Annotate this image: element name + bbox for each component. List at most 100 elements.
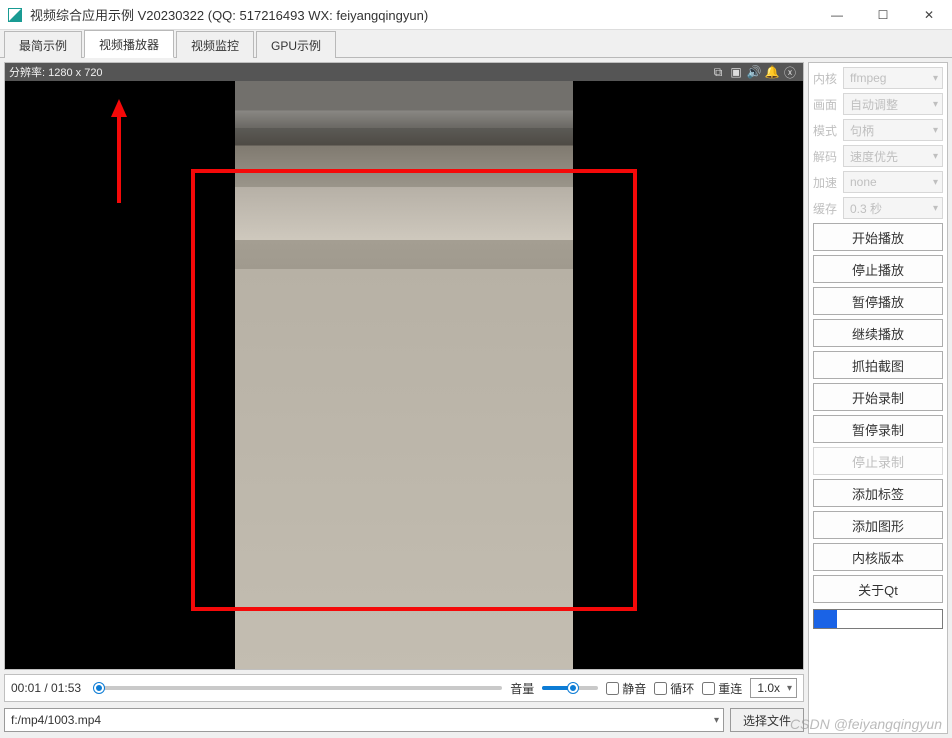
time-display: 00:01 / 01:53 [11, 681, 87, 695]
playback-bar: 00:01 / 01:53 音量 静音 循环 重连 [4, 674, 804, 702]
tab-simple[interactable]: 最简示例 [4, 31, 82, 58]
tab-strip: 最简示例 视频播放器 视频监控 GPU示例 [0, 30, 952, 58]
tab-monitor[interactable]: 视频监控 [176, 31, 254, 58]
tab-player[interactable]: 视频播放器 [84, 30, 174, 58]
record-stop-button[interactable]: 停止录制 [813, 447, 943, 475]
left-column: 分辨率: 1280 x 720 ⧉ ▣ 🔊 🔔 ⓧ [4, 62, 804, 734]
record-pause-button[interactable]: 暂停录制 [813, 415, 943, 443]
tab-label: 视频监控 [191, 39, 239, 53]
source-path-value: f:/mp4/1003.mp4 [11, 713, 101, 727]
cache-select[interactable]: 0.3 秒 [843, 197, 943, 219]
speed-value: 1.0x [757, 681, 780, 695]
seek-thumb[interactable] [94, 683, 104, 693]
setting-label: 画面 [813, 96, 839, 113]
setting-row-kernel: 内核 ffmpeg [813, 67, 943, 89]
reconnect-label: 重连 [718, 680, 742, 697]
mute-checkbox[interactable]: 静音 [606, 680, 646, 697]
minimize-button[interactable]: — [814, 0, 860, 29]
source-row: f:/mp4/1003.mp4 选择文件 [4, 706, 804, 734]
close-button[interactable]: ✕ [906, 0, 952, 29]
reconnect-input[interactable] [702, 682, 715, 695]
browse-button[interactable]: 选择文件 [730, 708, 804, 732]
setting-row-accel: 加速 none [813, 171, 943, 193]
btn-label: 继续播放 [852, 324, 904, 343]
setting-label: 模式 [813, 122, 839, 139]
color-picker[interactable] [813, 609, 943, 629]
close-icon[interactable]: ⓧ [781, 63, 799, 81]
pause-button[interactable]: 暂停播放 [813, 287, 943, 315]
setting-label: 缓存 [813, 200, 839, 217]
btn-label: 关于Qt [858, 580, 898, 599]
video-area: 分辨率: 1280 x 720 ⧉ ▣ 🔊 🔔 ⓧ [4, 62, 804, 670]
settings-panel: 内核 ffmpeg 画面 自动调整 模式 句柄 解码 速度优先 加速 none … [808, 62, 948, 734]
app-icon [8, 8, 22, 22]
btn-label: 暂停播放 [852, 292, 904, 311]
btn-label: 开始播放 [852, 228, 904, 247]
tab-gpu[interactable]: GPU示例 [256, 31, 336, 58]
add-shape-button[interactable]: 添加图形 [813, 511, 943, 539]
loop-checkbox[interactable]: 循环 [654, 680, 694, 697]
btn-label: 添加图形 [852, 516, 904, 535]
pip-icon[interactable]: ⧉ [709, 63, 727, 81]
loop-input[interactable] [654, 682, 667, 695]
setting-row-aspect: 画面 自动调整 [813, 93, 943, 115]
setting-row-cache: 缓存 0.3 秒 [813, 197, 943, 219]
sound-icon[interactable]: 🔊 [745, 63, 763, 81]
setting-label: 内核 [813, 70, 839, 87]
annotation-arrow-icon [107, 99, 131, 209]
setting-row-decode: 解码 速度优先 [813, 145, 943, 167]
btn-label: 抓拍截图 [852, 356, 904, 375]
main-body: 分辨率: 1280 x 720 ⧉ ▣ 🔊 🔔 ⓧ [0, 58, 952, 738]
speed-select[interactable]: 1.0x [750, 678, 797, 698]
maximize-button[interactable]: ☐ [860, 0, 906, 29]
about-qt-button[interactable]: 关于Qt [813, 575, 943, 603]
stop-button[interactable]: 停止播放 [813, 255, 943, 283]
select-value: 句柄 [850, 122, 874, 139]
loop-label: 循环 [670, 680, 694, 697]
btn-label: 开始录制 [852, 388, 904, 407]
aspect-select[interactable]: 自动调整 [843, 93, 943, 115]
browse-label: 选择文件 [743, 712, 791, 729]
video-toolbar: 分辨率: 1280 x 720 ⧉ ▣ 🔊 🔔 ⓧ [5, 63, 803, 81]
tab-label: GPU示例 [271, 39, 321, 53]
volume-slider[interactable] [542, 686, 598, 690]
select-value: none [850, 175, 877, 189]
decode-select[interactable]: 速度优先 [843, 145, 943, 167]
resolution-label: 分辨率: 1280 x 720 [9, 64, 709, 80]
resume-button[interactable]: 继续播放 [813, 319, 943, 347]
record-start-button[interactable]: 开始录制 [813, 383, 943, 411]
mute-label: 静音 [622, 680, 646, 697]
kernel-select[interactable]: ffmpeg [843, 67, 943, 89]
source-path-input[interactable]: f:/mp4/1003.mp4 [4, 708, 724, 732]
play-button[interactable]: 开始播放 [813, 223, 943, 251]
btn-label: 添加标签 [852, 484, 904, 503]
seek-slider[interactable] [95, 686, 502, 690]
select-value: ffmpeg [850, 71, 886, 85]
btn-label: 停止播放 [852, 260, 904, 279]
add-label-button[interactable]: 添加标签 [813, 479, 943, 507]
select-value: 0.3 秒 [850, 200, 882, 217]
setting-label: 加速 [813, 174, 839, 191]
mute-input[interactable] [606, 682, 619, 695]
window-titlebar: 视频综合应用示例 V20230322 (QQ: 517216493 WX: fe… [0, 0, 952, 30]
tab-label: 最简示例 [19, 39, 67, 53]
select-value: 自动调整 [850, 96, 898, 113]
overlay-rectangle [191, 169, 637, 611]
snapshot-button[interactable]: 抓拍截图 [813, 351, 943, 379]
setting-label: 解码 [813, 148, 839, 165]
volume-thumb[interactable] [568, 683, 578, 693]
select-value: 速度优先 [850, 148, 898, 165]
accel-select[interactable]: none [843, 171, 943, 193]
mode-select[interactable]: 句柄 [843, 119, 943, 141]
video-surface[interactable] [5, 81, 803, 669]
bell-icon[interactable]: 🔔 [763, 63, 781, 81]
btn-label: 停止录制 [852, 452, 904, 471]
volume-label: 音量 [510, 680, 534, 697]
kernel-version-button[interactable]: 内核版本 [813, 543, 943, 571]
reconnect-checkbox[interactable]: 重连 [702, 680, 742, 697]
camera-icon[interactable]: ▣ [727, 63, 745, 81]
tab-label: 视频播放器 [99, 38, 159, 52]
window-title: 视频综合应用示例 V20230322 (QQ: 517216493 WX: fe… [30, 5, 814, 24]
window-controls: — ☐ ✕ [814, 0, 952, 29]
setting-row-mode: 模式 句柄 [813, 119, 943, 141]
